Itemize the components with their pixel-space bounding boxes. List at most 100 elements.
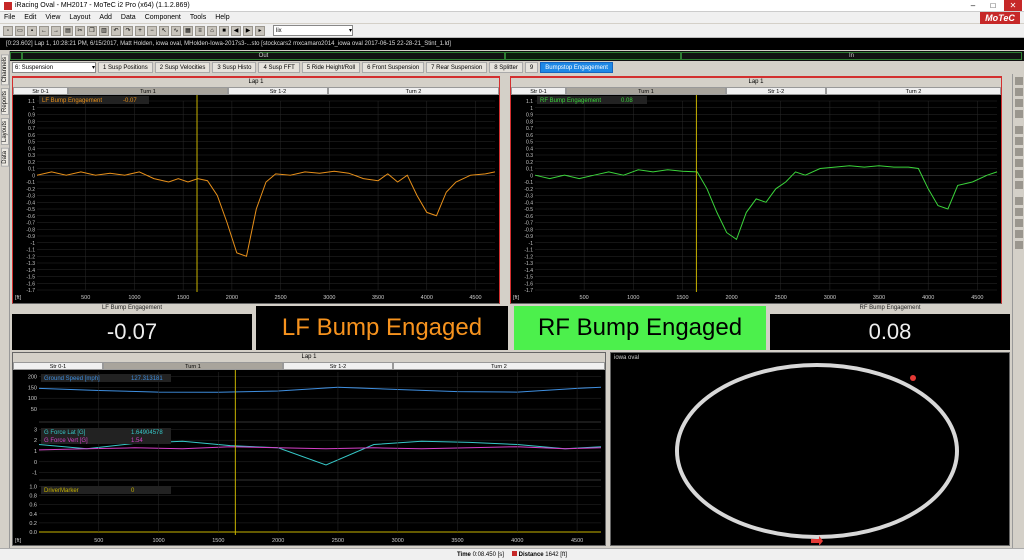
in-segment[interactable]: In xyxy=(681,52,1022,60)
tool-icon-11[interactable] xyxy=(1015,197,1023,205)
x-tick-label: 1500 xyxy=(676,295,688,301)
redo-icon[interactable]: ↷ xyxy=(123,25,133,36)
tool-icon-8[interactable] xyxy=(1015,159,1023,167)
menu-file[interactable]: File xyxy=(4,14,15,21)
y-tick-label: 0.4 xyxy=(29,512,37,518)
tool-icon-10[interactable] xyxy=(1015,181,1023,189)
tab-susp-velocities[interactable]: 2 Susp Velocities xyxy=(154,62,211,73)
play-icon[interactable]: ▶ xyxy=(243,25,253,36)
speed-gforce-graph[interactable]: Lap 1 Str 0-1 Turn 1 Str 1-2 Turn 2 200 1… xyxy=(12,352,606,546)
math-selector[interactable]: lix ▾ xyxy=(273,25,353,36)
open-folder-icon[interactable]: ▭ xyxy=(15,25,25,36)
copy-icon[interactable]: ❐ xyxy=(87,25,97,36)
tab-susp-fft[interactable]: 4 Susp FFT xyxy=(258,62,300,73)
y-tick-label: -1.6 xyxy=(26,281,35,287)
menu-view[interactable]: View xyxy=(45,14,60,21)
section-turn-1[interactable]: Turn 1 xyxy=(566,87,726,95)
save-icon[interactable]: ▪ xyxy=(27,25,37,36)
section-str-0-1[interactable]: Str 0-1 xyxy=(511,87,566,95)
menu-tools[interactable]: Tools xyxy=(190,14,206,21)
rf-bump-graph[interactable]: Lap 1 Str 0-1 Turn 1 Str 1-2 Turn 2 1.1 1… xyxy=(510,76,1002,304)
step-icon[interactable]: ▸ xyxy=(255,25,265,36)
menu-add[interactable]: Add xyxy=(99,14,111,21)
x-tick-label: 3500 xyxy=(873,295,885,301)
rf-bump-plot[interactable]: 1.110.90.80.70.60.50.40.30.20.10-0.1-0.2… xyxy=(511,95,1001,302)
section-turn-2[interactable]: Turn 2 xyxy=(826,87,1001,95)
section-str-1-2[interactable]: Str 1-2 xyxy=(726,87,826,95)
y-tick-label: -1.2 xyxy=(524,254,533,260)
tab-front-suspension[interactable]: 6 Front Suspension xyxy=(362,62,425,73)
tab-rear-suspension[interactable]: 7 Rear Suspension xyxy=(426,62,488,73)
tool-icon-2[interactable] xyxy=(1015,88,1023,96)
side-tab-channels[interactable]: Channels xyxy=(1,54,9,86)
menu-layout[interactable]: Layout xyxy=(69,14,90,21)
tool-icon-7[interactable] xyxy=(1015,148,1023,156)
tool-icon-4[interactable] xyxy=(1015,110,1023,118)
rewind-icon[interactable]: ◀ xyxy=(231,25,241,36)
undo-icon[interactable]: ↶ xyxy=(111,25,121,36)
side-tab-data[interactable]: Data xyxy=(1,148,9,168)
back-arrow-icon[interactable]: ← xyxy=(39,25,49,36)
tab-susp-histo[interactable]: 3 Susp Histo xyxy=(212,62,257,73)
x-tick-label: 4500 xyxy=(571,538,583,544)
tool-icon-6[interactable] xyxy=(1015,137,1023,145)
list-icon[interactable]: ≡ xyxy=(195,25,205,36)
zoom-out-icon[interactable]: − xyxy=(147,25,157,36)
side-tab-reports[interactable]: Reports xyxy=(1,88,9,116)
menu-edit[interactable]: Edit xyxy=(24,14,36,21)
paste-icon[interactable]: ▥ xyxy=(99,25,109,36)
lf-bump-graph[interactable]: Lap 1 Str 0-1 Turn 1 Str 1-2 Turn 2 1.1 1… xyxy=(12,76,500,304)
maximize-button[interactable]: □ xyxy=(984,0,1002,11)
worksheet-selector[interactable]: 6: Suspension ▾ xyxy=(12,62,96,73)
tab-splitter[interactable]: 8 Splitter xyxy=(489,62,523,73)
section-str-0-1[interactable]: Str 0-1 xyxy=(13,87,68,95)
minimize-button[interactable]: – xyxy=(964,0,982,11)
menu-component[interactable]: Component xyxy=(145,14,181,21)
x-tick-label: 3000 xyxy=(323,295,335,301)
section-turn-2[interactable]: Turn 2 xyxy=(393,362,605,370)
zoom-in-icon[interactable]: + xyxy=(135,25,145,36)
tool-icon-15[interactable] xyxy=(1015,241,1023,249)
tool-icon-3[interactable] xyxy=(1015,99,1023,107)
tool-icon-5[interactable] xyxy=(1015,126,1023,134)
tool-icon-13[interactable] xyxy=(1015,219,1023,227)
lf-bump-plot[interactable]: 1.110.90.80.70.60.50.40.30.20.10-0.1-0.2… xyxy=(13,95,499,302)
section-turn-2[interactable]: Turn 2 xyxy=(328,87,499,95)
forward-arrow-icon[interactable]: → xyxy=(51,25,61,36)
out-segment[interactable]: Out xyxy=(22,52,505,60)
close-button[interactable]: ✕ xyxy=(1004,0,1022,11)
section-turn-1[interactable]: Turn 1 xyxy=(68,87,228,95)
tool-icon-9[interactable] xyxy=(1015,170,1023,178)
x-tick-label: 2500 xyxy=(332,538,344,544)
new-icon[interactable]: ▫ xyxy=(3,25,13,36)
menu-data[interactable]: Data xyxy=(121,14,136,21)
tab-9[interactable]: 9 xyxy=(524,62,539,73)
section-turn-1[interactable]: Turn 1 xyxy=(103,362,283,370)
section-str-1-2[interactable]: Str 1-2 xyxy=(283,362,393,370)
tool-icon-12[interactable] xyxy=(1015,208,1023,216)
cut-icon[interactable]: ✂ xyxy=(75,25,85,36)
y-tick-label: 0.6 xyxy=(28,133,35,139)
section-str-0-1[interactable]: Str 0-1 xyxy=(13,362,103,370)
tab-susp-positions[interactable]: 1 Susp Positions xyxy=(98,62,153,73)
cursor-icon[interactable]: ↖ xyxy=(159,25,169,36)
graph-icon[interactable]: ∿ xyxy=(171,25,181,36)
y-tick-label: -0.2 xyxy=(524,187,533,193)
home-icon[interactable]: ⌂ xyxy=(207,25,217,36)
x-unit-label: [ft] xyxy=(15,538,22,544)
lap-segment[interactable] xyxy=(505,52,681,60)
tool-icon-14[interactable] xyxy=(1015,230,1023,238)
side-tab-layouts[interactable]: Layouts xyxy=(1,118,9,146)
section-str-1-2[interactable]: Str 1-2 xyxy=(228,87,328,95)
stop-icon[interactable]: ■ xyxy=(219,25,229,36)
table-icon[interactable]: ▦ xyxy=(183,25,193,36)
menu-help[interactable]: Help xyxy=(215,14,229,21)
tab-bumpstop-engagement[interactable]: Bumpstop Engagement xyxy=(540,62,613,73)
tool-icon-1[interactable] xyxy=(1015,77,1023,85)
tab-ride-height-roll[interactable]: 5 Ride Height/Roll xyxy=(301,62,361,73)
print-icon[interactable]: ▤ xyxy=(63,25,73,36)
y-tick-label: -0.4 xyxy=(26,200,35,206)
speed-gforce-plot[interactable]: 200 150 100 50 3 2 1 0 -1 1.0 0.8 0.6 0.4 0.2 0.0 500 10… xyxy=(13,370,605,545)
track-map[interactable]: iowa oval xyxy=(610,352,1010,546)
track-map-canvas[interactable] xyxy=(611,353,1009,546)
